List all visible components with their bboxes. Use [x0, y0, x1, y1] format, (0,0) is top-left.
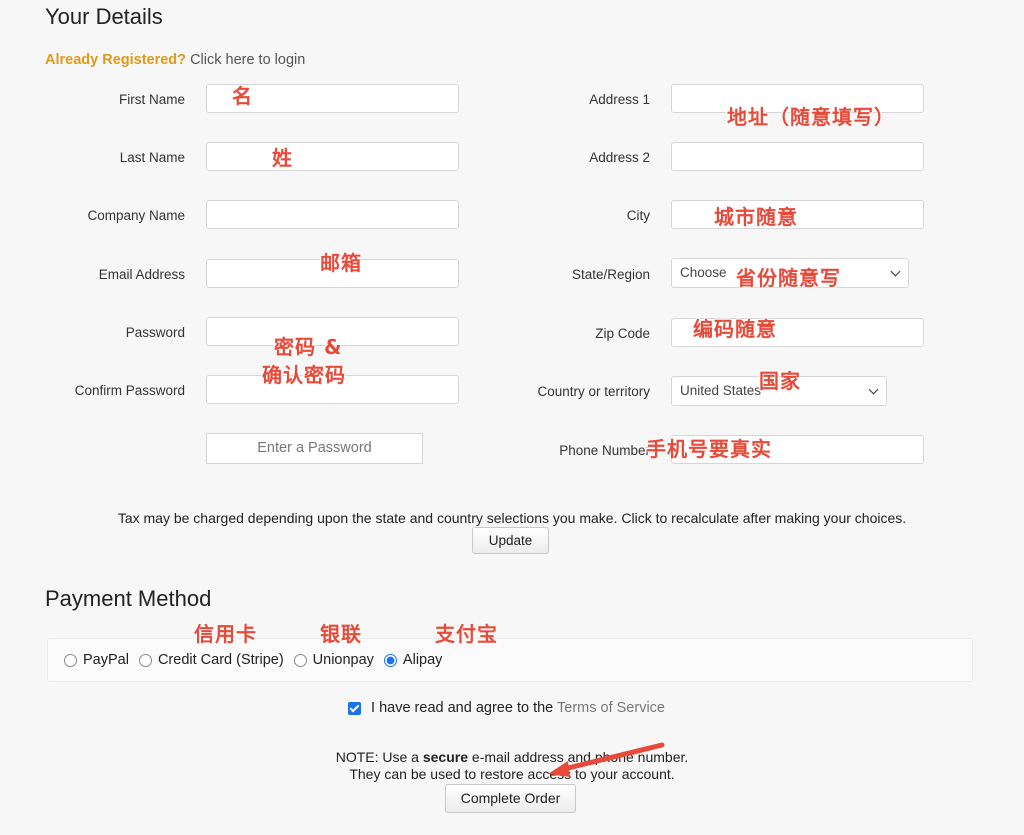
payment-option-label: PayPal — [83, 652, 129, 668]
annotation-confirm-password: 确认密码 — [262, 363, 346, 387]
payment-options-box: PayPal Credit Card (Stripe) Unionpay Alipay — [47, 638, 973, 682]
login-prompt: Already Registered? Click here to login — [45, 52, 305, 68]
last-name-input[interactable] — [206, 142, 459, 171]
annotation-credit-card: 信用卡 — [194, 622, 257, 646]
payment-option-label: Alipay — [402, 652, 443, 668]
login-link[interactable]: Click here to login — [190, 52, 305, 68]
state-select-value: Choose — [680, 265, 727, 280]
chevron-down-icon — [890, 266, 901, 277]
country-select-value: United States — [680, 383, 762, 398]
annotation-country: 国家 — [759, 369, 801, 393]
payment-option-label: Unionpay — [312, 652, 374, 668]
company-name-input[interactable] — [206, 200, 459, 229]
address2-label: Address 2 — [589, 150, 650, 165]
password-label: Password — [125, 325, 185, 340]
annotation-last-name: 姓 — [272, 146, 293, 170]
annotation-city: 城市随意 — [714, 205, 798, 229]
arrow-icon — [548, 742, 665, 777]
first-name-label: First Name — [118, 92, 185, 107]
chevron-down-icon — [868, 384, 879, 395]
annotation-address: 地址（随意填写） — [727, 105, 895, 129]
annotation-password: 密码 & — [274, 335, 343, 359]
annotation-unionpay: 银联 — [320, 622, 362, 646]
confirm-password-label: Confirm Password — [74, 383, 185, 398]
complete-order-button[interactable]: Complete Order — [445, 784, 576, 813]
details-title: Your Details — [45, 4, 163, 29]
annotation-email: 邮箱 — [320, 251, 362, 275]
phone-label: Phone Number — [559, 443, 650, 458]
payment-option-paypal[interactable]: PayPal — [64, 652, 129, 668]
company-name-label: Company Name — [87, 208, 185, 223]
note-line2: They can be used to restore access to yo… — [349, 766, 675, 782]
payment-option-credit-card-stripe[interactable]: Credit Card (Stripe) — [138, 652, 284, 668]
terms-text: I have read and agree to the — [371, 700, 554, 716]
address1-label: Address 1 — [589, 92, 650, 107]
radio-icon[interactable] — [383, 653, 397, 667]
state-label: State/Region — [571, 267, 650, 282]
radio-icon[interactable] — [64, 653, 77, 667]
already-registered-label: Already Registered? — [45, 52, 187, 68]
city-label: City — [626, 208, 650, 223]
password-strength-indicator: Enter a Password — [206, 433, 423, 464]
terms-row: I have read and agree to the Terms of Se… — [348, 700, 665, 716]
radio-icon[interactable] — [293, 653, 307, 667]
payment-option-alipay[interactable]: Alipay — [383, 652, 443, 668]
annotation-zip: 编码随意 — [693, 317, 777, 341]
terms-of-service-link[interactable]: Terms of Service — [557, 700, 665, 716]
annotation-alipay: 支付宝 — [435, 622, 498, 646]
tax-note: Tax may be charged depending upon the st… — [117, 510, 907, 526]
note-prefix: NOTE: Use a — [335, 749, 419, 765]
address2-input[interactable] — [671, 142, 924, 171]
annotation-first-name: 名 — [232, 84, 253, 108]
terms-checkbox[interactable] — [348, 701, 361, 715]
email-label: Email Address — [98, 267, 185, 282]
radio-icon[interactable] — [138, 653, 152, 667]
update-button[interactable]: Update — [472, 527, 549, 554]
annotation-phone: 手机号要真实 — [646, 437, 772, 461]
note-strong: secure — [422, 749, 469, 765]
annotation-state: 省份随意写 — [736, 266, 841, 290]
payment-title: Payment Method — [45, 586, 212, 611]
zip-label: Zip Code — [595, 326, 650, 341]
payment-option-label: Credit Card (Stripe) — [157, 652, 284, 668]
security-note: NOTE: Use a secure e-mail address and ph… — [0, 749, 1024, 783]
last-name-label: Last Name — [119, 150, 185, 165]
payment-option-unionpay[interactable]: Unionpay — [293, 652, 374, 668]
country-label: Country or territory — [537, 384, 650, 399]
